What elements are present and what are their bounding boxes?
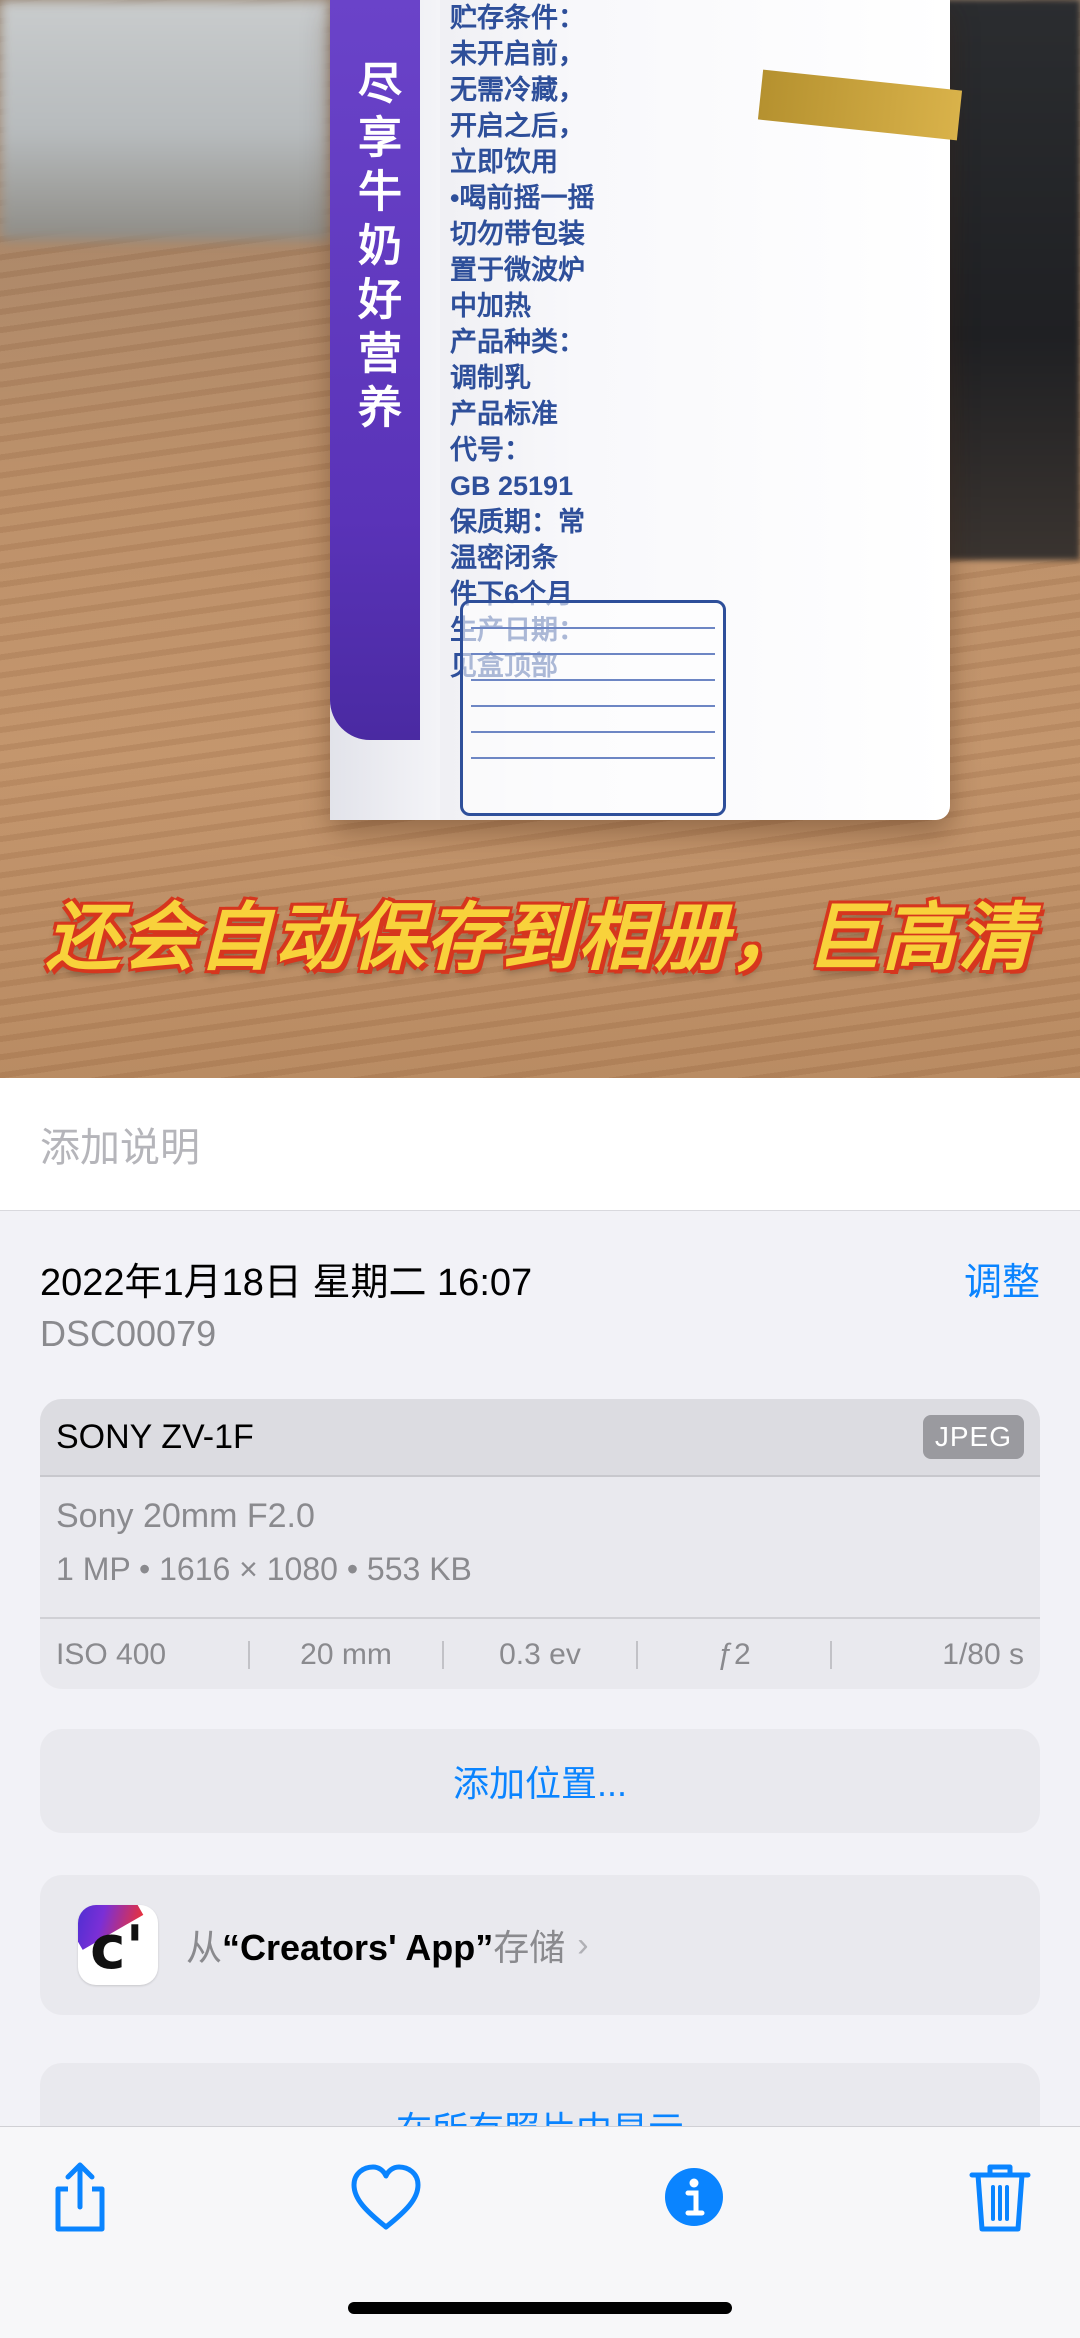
- adjust-date-button[interactable]: 调整: [964, 1251, 1040, 1306]
- exif-focal-length: 20 mm: [300, 1638, 392, 1671]
- saved-from-text: 从“Creators' App”存储: [186, 1927, 566, 1968]
- photo-viewer[interactable]: 尽享牛奶好营养 贮存条件： 未开启前， 无需冷藏， 开启之后， 立即饮用 •喝前…: [0, 0, 1080, 1078]
- camera-model: SONY ZV-1F: [56, 1417, 254, 1456]
- info-icon[interactable]: [654, 2157, 734, 2237]
- heart-icon[interactable]: [346, 2157, 426, 2237]
- saved-from-app-row[interactable]: c' 从“Creators' App”存储 ›: [40, 1875, 1040, 2015]
- carton-band-text: 尽享牛奶好营养: [351, 60, 400, 438]
- milk-carton: 尽享牛奶好营养 贮存条件： 未开启前， 无需冷藏， 开启之后， 立即饮用 •喝前…: [330, 0, 963, 820]
- exif-iso: ISO 400: [56, 1638, 167, 1671]
- add-location-button[interactable]: 添加位置...: [40, 1729, 1040, 1833]
- background-blur-left: [0, 0, 330, 240]
- photo-date: 2022年1月18日 星期二 16:07: [40, 1262, 533, 1304]
- exif-aperture: ƒ2: [717, 1638, 751, 1671]
- image-specs: 1 MP • 1616 × 1080 • 553 KB: [56, 1551, 472, 1587]
- carton-gold-stripe: [757, 69, 963, 141]
- exif-exposure-bias: 0.3 ev: [499, 1638, 581, 1671]
- trash-icon[interactable]: [960, 2157, 1040, 2237]
- info-panel: 2022年1月18日 星期二 16:07 调整 DSC00079 SONY ZV…: [0, 1211, 1080, 2173]
- lens-info: Sony 20mm F2.0: [56, 1497, 315, 1535]
- exif-row: ISO 400 20 mm 0.3 ev ƒ2 1/80 s: [40, 1617, 1040, 1689]
- creators-app-icon: c': [78, 1905, 158, 1985]
- add-caption-field[interactable]: 添加说明: [0, 1078, 1080, 1211]
- video-subtitle: 还会自动保存到相册，巨高清: [46, 896, 1034, 979]
- nutrition-table: [460, 600, 726, 816]
- camera-card-header: SONY ZV-1F JPEG: [40, 1399, 1040, 1477]
- carton-purple-band: 尽享牛奶好营养: [330, 0, 420, 740]
- carton-print-text: 贮存条件： 未开启前， 无需冷藏， 开启之后， 立即饮用 •喝前摇一摇 切勿带包…: [450, 3, 595, 681]
- home-indicator[interactable]: [348, 2302, 732, 2314]
- photo-filename: DSC00079: [40, 1313, 217, 1354]
- caption-placeholder: 添加说明: [40, 1126, 200, 1170]
- chevron-right-icon: ›: [577, 1925, 589, 1964]
- exif-shutter-speed: 1/80 s: [942, 1638, 1024, 1671]
- camera-info-card: SONY ZV-1F JPEG Sony 20mm F2.0 1 MP • 16…: [40, 1399, 1040, 1689]
- share-icon[interactable]: [40, 2157, 120, 2237]
- format-badge: JPEG: [922, 1415, 1024, 1459]
